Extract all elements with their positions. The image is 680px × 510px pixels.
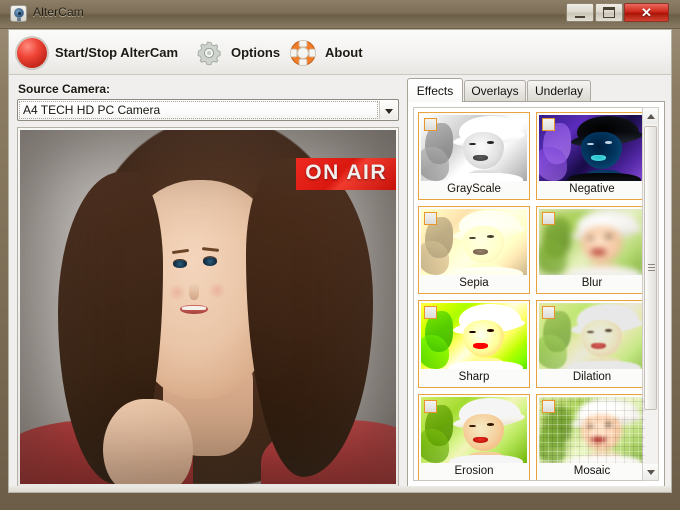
- client-area: Start/Stop AlterCam Options About Source…: [8, 29, 672, 493]
- effect-thumbnail[interactable]: [421, 115, 527, 181]
- video-preview[interactable]: ON AIR: [20, 130, 396, 484]
- effect-checkbox[interactable]: [424, 212, 437, 225]
- effect-card[interactable]: Erosion: [418, 394, 530, 480]
- start-stop-altercam-label: Start/Stop AlterCam: [55, 45, 179, 60]
- about-button[interactable]: About: [289, 30, 363, 75]
- minimize-button[interactable]: [566, 3, 594, 22]
- about-label: About: [325, 45, 363, 60]
- scroll-down-arrow-icon[interactable]: [643, 464, 658, 480]
- effect-checkbox[interactable]: [542, 306, 555, 319]
- tab-strip: Effects Overlays Underlay: [407, 78, 665, 102]
- video-preview-frame: ON AIR: [17, 127, 399, 487]
- effect-thumbnail[interactable]: [421, 209, 527, 275]
- webcam-icon: [10, 5, 27, 22]
- effect-label: Erosion: [421, 463, 527, 479]
- start-stop-altercam-button[interactable]: Start/Stop AlterCam: [17, 30, 178, 75]
- effect-checkbox[interactable]: [424, 306, 437, 319]
- scroll-up-arrow-icon[interactable]: [643, 108, 658, 124]
- options-label: Options: [231, 45, 281, 60]
- effect-thumbnail[interactable]: [421, 397, 527, 463]
- effect-thumbnail[interactable]: [539, 303, 645, 369]
- gear-icon: [195, 39, 223, 67]
- client-bottom-strip: [9, 486, 671, 492]
- tab-overlays[interactable]: Overlays: [464, 80, 526, 101]
- chevron-down-icon[interactable]: [379, 101, 397, 119]
- effect-label: Blur: [539, 275, 645, 291]
- options-button[interactable]: Options: [195, 30, 280, 75]
- effect-thumbnail[interactable]: [421, 303, 527, 369]
- effect-card[interactable]: Sharp: [418, 300, 530, 388]
- life-ring-icon: [289, 39, 317, 67]
- source-camera-value: A4 TECH HD PC Camera: [23, 103, 161, 117]
- effect-card[interactable]: Mosaic: [536, 394, 648, 480]
- tab-effects-label: Effects: [416, 83, 454, 98]
- effects-grid: GrayScale Negative Sepia Blur Sharp Dilation E…: [418, 112, 648, 480]
- source-camera-select[interactable]: A4 TECH HD PC Camera: [17, 99, 399, 121]
- source-camera-label: Source Camera:: [18, 82, 111, 96]
- tab-underlay[interactable]: Underlay: [527, 80, 591, 101]
- tab-underlay-label: Underlay: [534, 84, 584, 98]
- effect-label: Sepia: [421, 275, 527, 291]
- maximize-button[interactable]: [595, 3, 623, 22]
- effect-thumbnail[interactable]: [539, 115, 645, 181]
- effect-label: Negative: [539, 181, 645, 197]
- effects-list: GrayScale Negative Sepia Blur Sharp Dilation E…: [413, 107, 651, 481]
- title-bar[interactable]: AlterCam ✕: [0, 0, 680, 29]
- effect-checkbox[interactable]: [424, 118, 437, 131]
- effect-checkbox[interactable]: [542, 212, 555, 225]
- effect-card[interactable]: GrayScale: [418, 112, 530, 200]
- effect-card[interactable]: Dilation: [536, 300, 648, 388]
- effect-label: Mosaic: [539, 463, 645, 479]
- effects-panel: GrayScale Negative Sepia Blur Sharp Dilation E…: [407, 101, 665, 487]
- effect-card[interactable]: Sepia: [418, 206, 530, 294]
- effect-thumbnail[interactable]: [539, 397, 645, 463]
- window-title: AlterCam: [33, 5, 84, 19]
- effect-label: GrayScale: [421, 181, 527, 197]
- effect-label: Dilation: [539, 369, 645, 385]
- tab-overlays-label: Overlays: [471, 84, 519, 98]
- effect-card[interactable]: Blur: [536, 206, 648, 294]
- tab-effects[interactable]: Effects: [407, 78, 463, 102]
- toolbar: Start/Stop AlterCam Options About: [9, 30, 671, 75]
- effect-checkbox[interactable]: [424, 400, 437, 413]
- on-air-badge: ON AIR: [296, 158, 396, 190]
- effect-label: Sharp: [421, 369, 527, 385]
- effect-thumbnail[interactable]: [539, 209, 645, 275]
- application-window: AlterCam ✕ Start/Stop AlterCam Options A…: [0, 0, 680, 510]
- record-circle-icon: [17, 37, 47, 68]
- close-button[interactable]: ✕: [624, 3, 669, 22]
- scrollbar-thumb[interactable]: [644, 126, 657, 410]
- effect-checkbox[interactable]: [542, 400, 555, 413]
- close-icon: ✕: [641, 4, 652, 20]
- effect-card[interactable]: Negative: [536, 112, 648, 200]
- effect-checkbox[interactable]: [542, 118, 555, 131]
